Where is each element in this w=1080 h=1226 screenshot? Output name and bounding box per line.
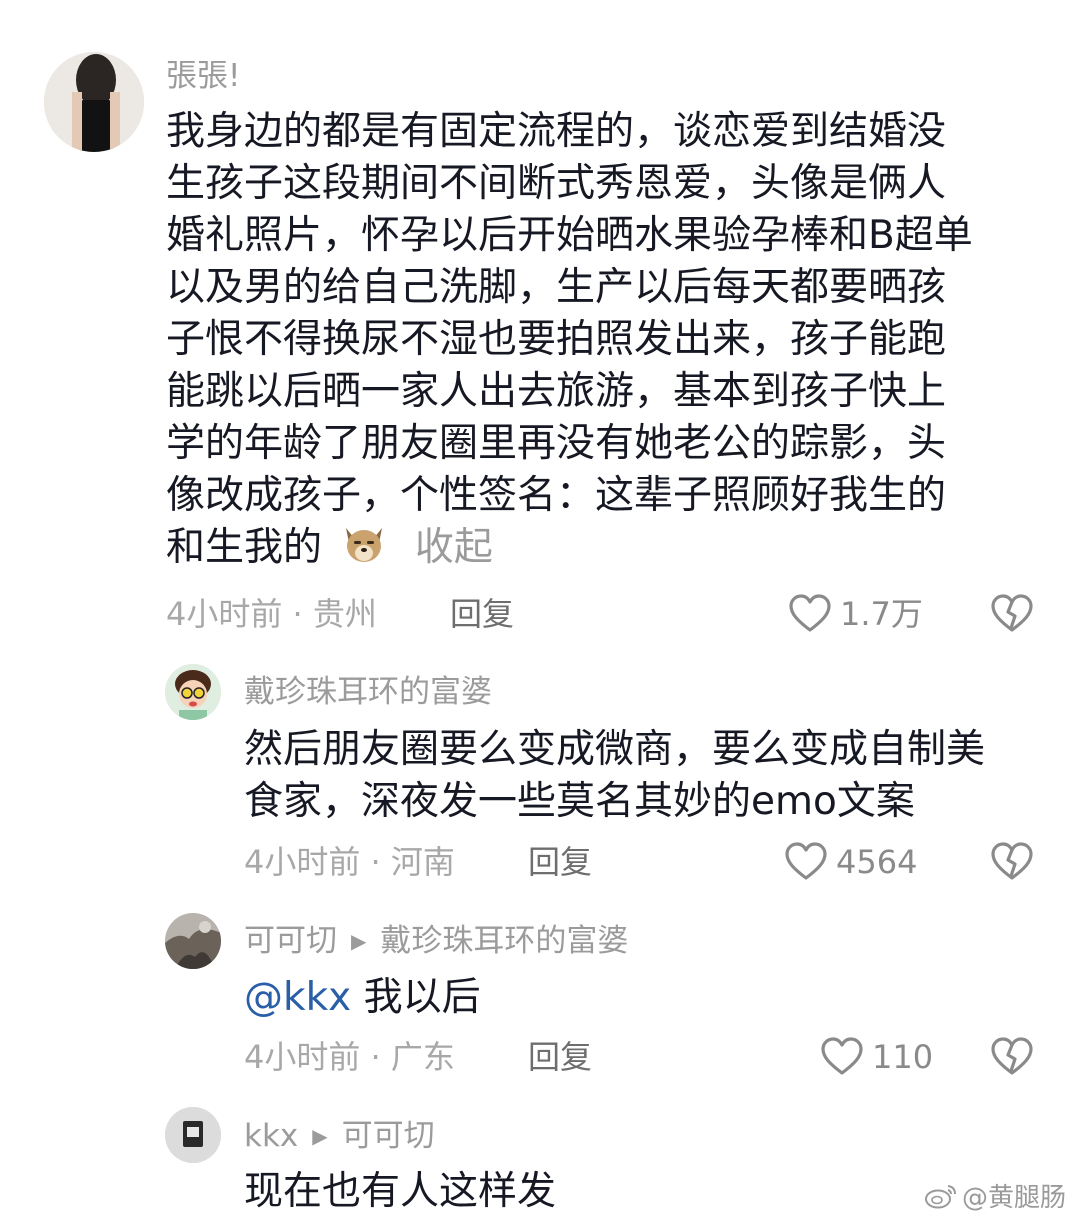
username: kkx ▶ 可可切 <box>244 1116 435 1156</box>
comment-line: 像改成孩子，个性签名：这辈子照顾好我生的 <box>166 473 947 518</box>
time-location: 4小时前 · 河南 <box>244 843 455 881</box>
heart-icon <box>785 842 827 880</box>
reply-button[interactable]: 回复 <box>450 594 514 634</box>
broken-heart-icon <box>991 842 1033 880</box>
username: 可可切 ▶ 戴珍珠耳环的富婆 <box>244 921 628 961</box>
comment-line: 学的年龄了朋友圈里再没有她老公的踪影，头 <box>166 421 947 466</box>
comment-meta: 4小时前 · 贵州 回复 <box>166 594 666 634</box>
reply-button[interactable]: 回复 <box>528 1037 592 1077</box>
avatar[interactable] <box>44 52 144 152</box>
comment-line: 婚礼照片，怀孕以后开始晒水果验孕棒和B超单 <box>166 213 973 258</box>
avatar[interactable] <box>165 664 221 720</box>
watermark: @黄腿肠 <box>924 1177 1066 1214</box>
avatar-cartoon <box>165 664 221 720</box>
like-button[interactable]: 1.7万 <box>788 594 923 634</box>
heart-icon <box>789 594 831 632</box>
collapse-link[interactable]: 收起 <box>415 525 493 570</box>
comment-line: 我身边的都是有固定流程的，谈恋爱到结婚没 <box>166 109 947 154</box>
reply-to-username[interactable]: 可可切 <box>342 1118 435 1154</box>
comment-meta: 4小时前 · 广东 回复 <box>244 1037 744 1077</box>
time-location: 4小时前 · 广东 <box>244 1038 455 1076</box>
comment-line: 然后朋友圈要么变成微商，要么变成自制美 <box>244 727 986 772</box>
dislike-button[interactable] <box>990 1037 1034 1081</box>
username-link[interactable]: kkx <box>244 1118 298 1154</box>
comment-line: 现在也有人这样发 <box>244 1169 557 1214</box>
mention-link[interactable]: @kkx <box>244 975 351 1020</box>
comment-line: 和生我的 <box>166 525 323 570</box>
dislike-button[interactable] <box>990 594 1034 638</box>
reply-to-username[interactable]: 戴珍珠耳环的富婆 <box>380 923 628 959</box>
comment-line: 生孩子这段期间不间断式秀恩爱，头像是俩人 <box>166 161 947 206</box>
avatar-photo <box>44 52 144 152</box>
comment-text: 我身边的都是有固定流程的，谈恋爱到结婚没 生孩子这段期间不间断式秀恩爱，头像是俩… <box>166 106 973 574</box>
username[interactable]: 張張! <box>166 56 240 96</box>
avatar[interactable] <box>165 1107 221 1163</box>
comment-line: 我以后 <box>351 975 481 1020</box>
username-link[interactable]: 可可切 <box>244 923 337 959</box>
comment-line: 以及男的给自己洗脚，生产以后每天都要晒孩 <box>166 265 947 310</box>
like-count: 1.7万 <box>840 595 923 633</box>
comment-line: 子恨不得换尿不湿也要拍照发出来，孩子能跑 <box>166 317 947 362</box>
comment-meta: 4小时前 · 河南 回复 <box>244 842 744 882</box>
like-button[interactable]: 4564 <box>784 842 917 882</box>
broken-heart-icon <box>991 1037 1033 1075</box>
comment-last-line: 和生我的 收起 <box>166 522 973 574</box>
reply-button[interactable]: 回复 <box>528 842 592 882</box>
avatar-photo <box>165 1107 221 1163</box>
avatar[interactable] <box>165 913 221 969</box>
dog-face-emoji <box>340 522 388 566</box>
like-button[interactable]: 110 <box>820 1037 933 1077</box>
weibo-logo-icon <box>924 1184 956 1208</box>
comment-line: 能跳以后晒一家人出去旅游，基本到孩子快上 <box>166 369 947 414</box>
comment-text: 然后朋友圈要么变成微商，要么变成自制美 食家，深夜发一些莫名其妙的emo文案 <box>244 724 985 828</box>
username[interactable]: 戴珍珠耳环的富婆 <box>244 672 492 712</box>
avatar-photo <box>165 913 221 969</box>
watermark-text: @黄腿肠 <box>961 1183 1066 1213</box>
time-location: 4小时前 · 贵州 <box>166 595 377 633</box>
comment-line: 食家，深夜发一些莫名其妙的emo文案 <box>244 779 915 824</box>
like-count: 110 <box>872 1038 934 1076</box>
like-count: 4564 <box>836 843 918 881</box>
reply-arrow-icon: ▶ <box>312 1124 328 1148</box>
heart-icon <box>821 1037 863 1075</box>
reply-arrow-icon: ▶ <box>351 929 367 953</box>
dislike-button[interactable] <box>990 842 1034 886</box>
comment-text: @kkx 我以后 <box>244 972 481 1024</box>
broken-heart-icon <box>991 594 1033 632</box>
comment-text: 现在也有人这样发 <box>244 1166 556 1218</box>
